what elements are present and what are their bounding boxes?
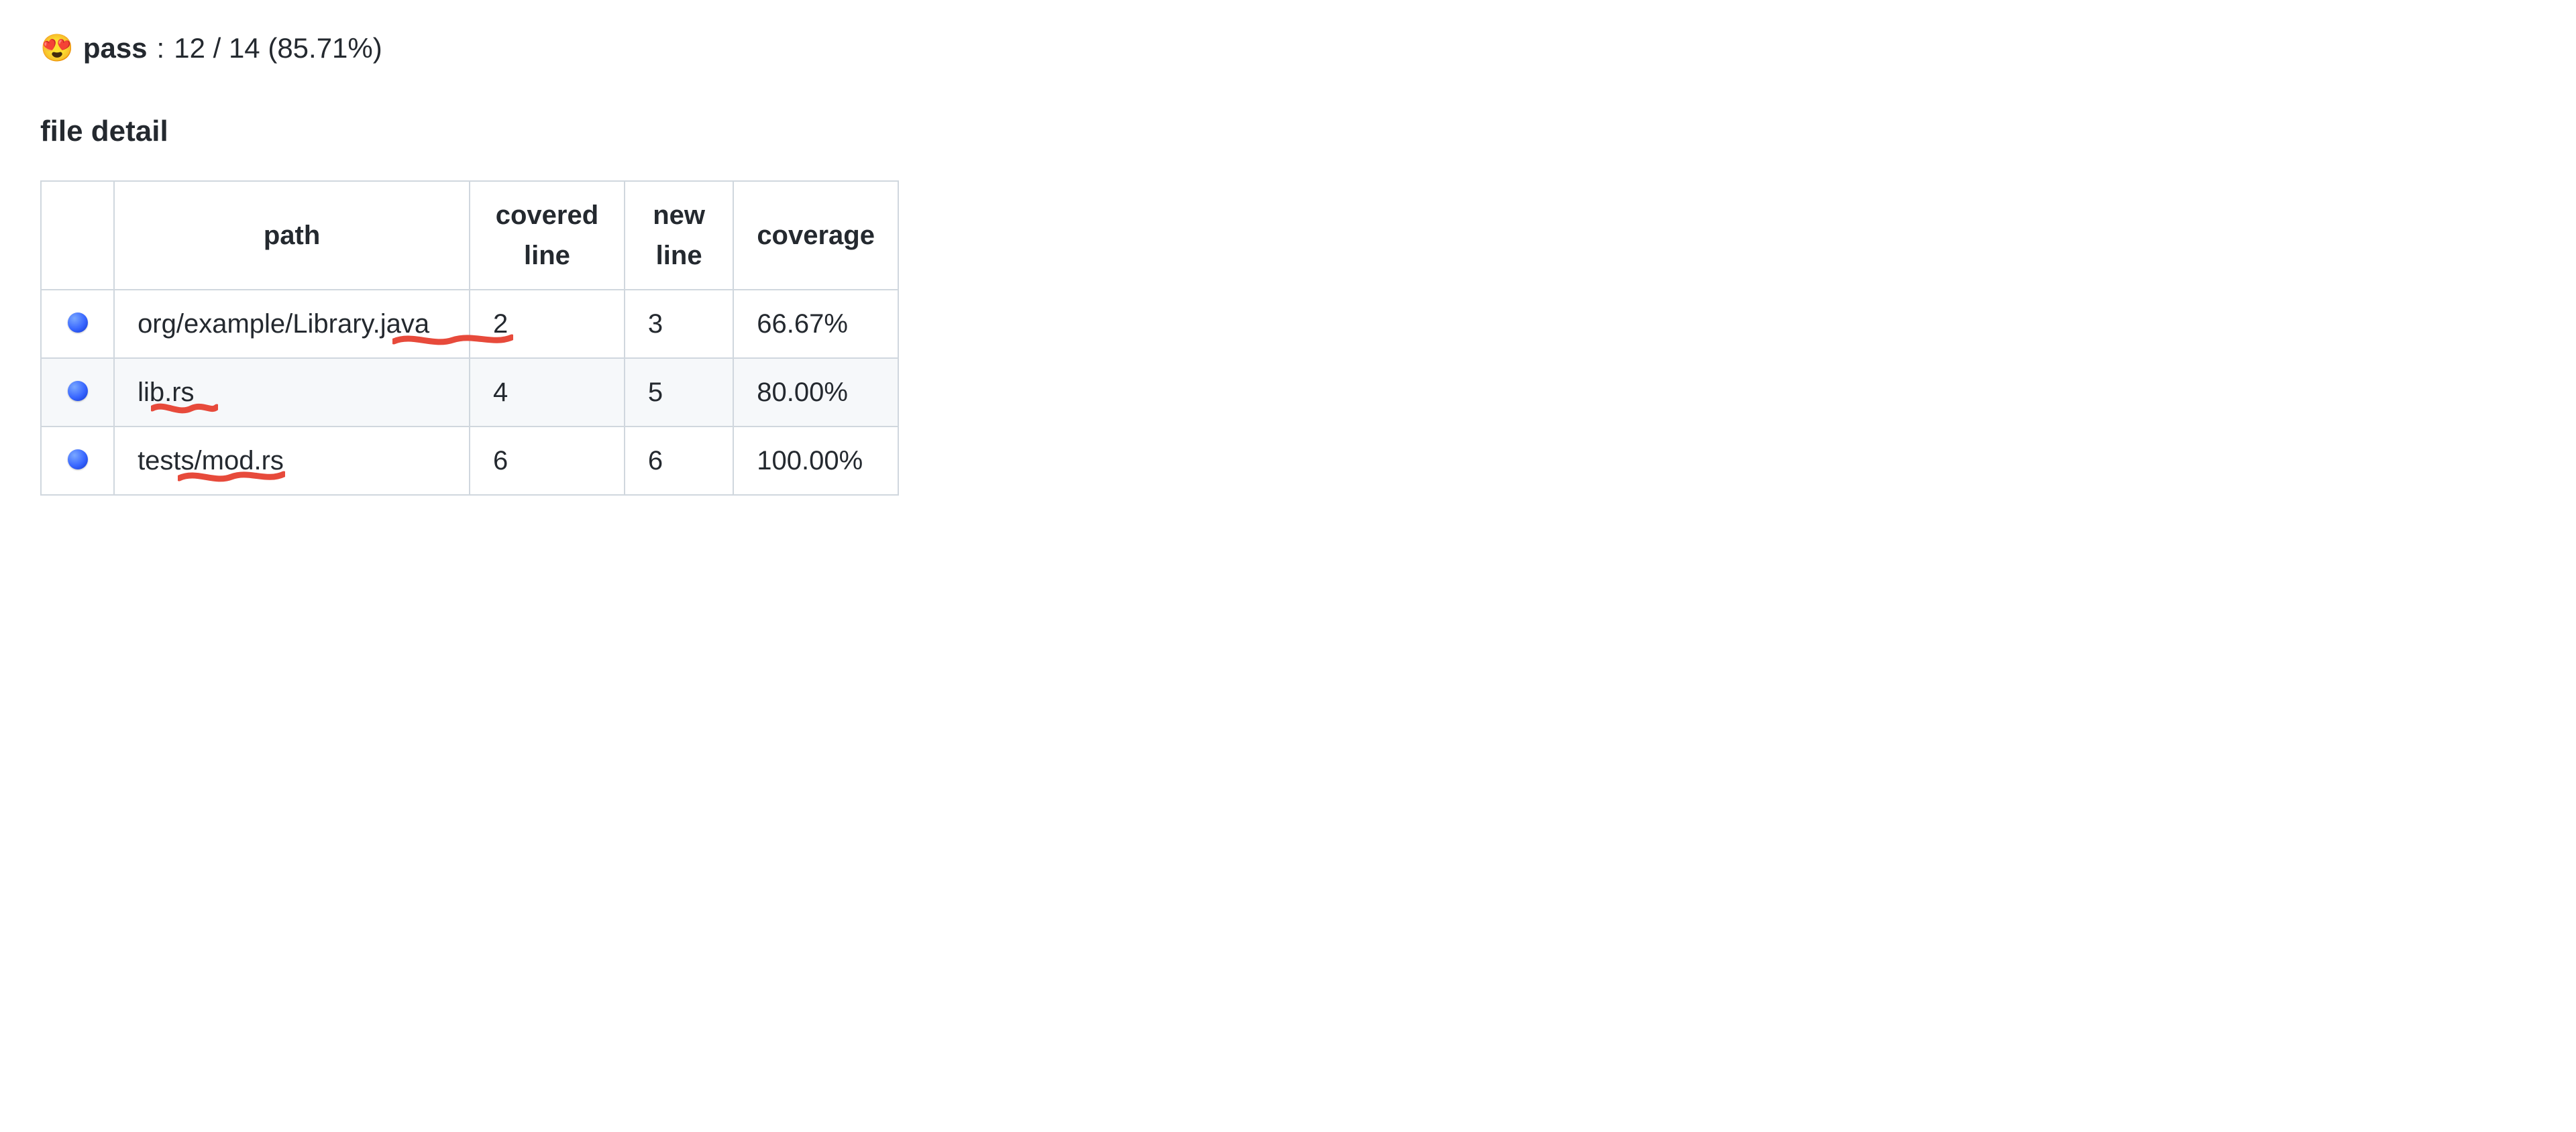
blue-dot-icon bbox=[68, 449, 88, 469]
coverage-cell: 100.00% bbox=[733, 427, 898, 495]
newline-cell: 5 bbox=[625, 358, 733, 427]
table-row: tests/mod.rs 6 6 100.00% bbox=[41, 427, 898, 495]
covered-cell: 2 bbox=[470, 290, 625, 358]
path-cell: tests/mod.rs bbox=[114, 427, 470, 495]
covered-cell: 6 bbox=[470, 427, 625, 495]
summary-value: 12 / 14 (85.71%) bbox=[174, 27, 382, 69]
header-newline: new line bbox=[625, 181, 733, 290]
coverage-cell: 80.00% bbox=[733, 358, 898, 427]
covered-cell: 4 bbox=[470, 358, 625, 427]
status-cell bbox=[41, 427, 114, 495]
table-header-row: path covered line new line coverage bbox=[41, 181, 898, 290]
path-cell: org/example/Library.java bbox=[114, 290, 470, 358]
path-text: lib.rs bbox=[138, 378, 194, 407]
coverage-cell: 66.67% bbox=[733, 290, 898, 358]
summary-colon: : bbox=[157, 27, 165, 69]
header-coverage: coverage bbox=[733, 181, 898, 290]
header-path: path bbox=[114, 181, 470, 290]
blue-dot-icon bbox=[68, 313, 88, 333]
status-cell bbox=[41, 290, 114, 358]
summary-label: pass bbox=[83, 27, 148, 69]
path-cell: lib.rs bbox=[114, 358, 470, 427]
summary-line: 😍 pass : 12 / 14 (85.71%) bbox=[40, 27, 2536, 69]
status-cell bbox=[41, 358, 114, 427]
table-row: org/example/Library.java 2 3 66.67% bbox=[41, 290, 898, 358]
table-row: lib.rs 4 5 80.00% bbox=[41, 358, 898, 427]
coverage-table: path covered line new line coverage org/… bbox=[40, 180, 899, 496]
path-text: org/example/Library.java bbox=[138, 309, 429, 339]
path-text: tests/mod.rs bbox=[138, 446, 284, 475]
header-status bbox=[41, 181, 114, 290]
section-heading: file detail bbox=[40, 109, 2536, 154]
heart-eyes-emoji-icon: 😍 bbox=[40, 28, 74, 68]
newline-cell: 6 bbox=[625, 427, 733, 495]
newline-cell: 3 bbox=[625, 290, 733, 358]
header-covered: covered line bbox=[470, 181, 625, 290]
blue-dot-icon bbox=[68, 381, 88, 401]
